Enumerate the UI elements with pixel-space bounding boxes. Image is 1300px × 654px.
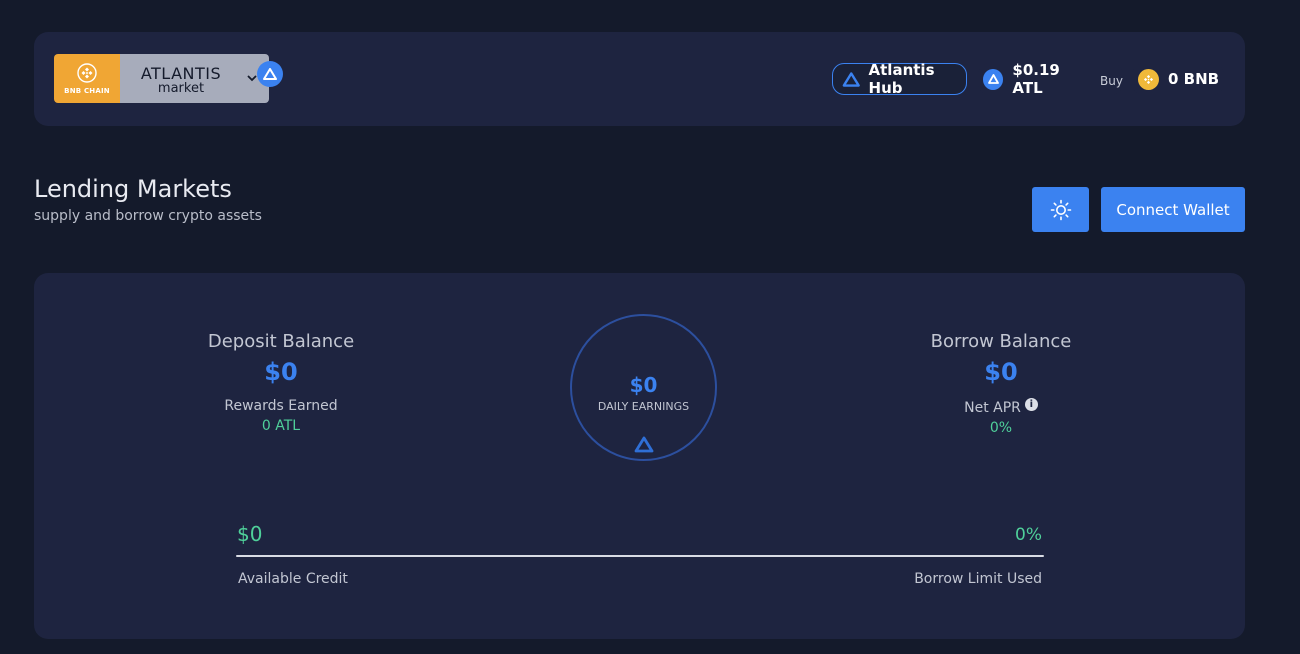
deposit-balance-title: Deposit Balance bbox=[207, 331, 355, 352]
bnb-logo-icon bbox=[77, 62, 97, 83]
summary-panel: Deposit Balance $0 Rewards Earned 0 ATL … bbox=[34, 273, 1245, 639]
brand-title: ATLANTIS bbox=[140, 64, 222, 83]
atl-price-value: $0.19 ATL bbox=[1012, 61, 1060, 97]
net-apr-label: Net APR bbox=[964, 400, 1021, 416]
bnb-chain-badge: BNB CHAIN bbox=[54, 54, 120, 103]
rewards-earned-value: 0 ATL bbox=[261, 418, 301, 434]
deposit-balance-value: $0 bbox=[264, 358, 298, 386]
market-name: ATLANTIS market bbox=[120, 54, 269, 103]
rewards-earned-label: Rewards Earned bbox=[224, 398, 338, 414]
available-credit-label: Available Credit bbox=[238, 571, 348, 587]
top-header: BNB CHAIN ATLANTIS market Atlantis Hub $… bbox=[34, 32, 1245, 126]
sun-icon bbox=[1050, 199, 1071, 220]
borrow-balance-value: $0 bbox=[984, 358, 1018, 386]
atlantis-logo-icon bbox=[842, 71, 860, 87]
net-apr-row: Net APR i bbox=[920, 398, 1082, 416]
page-title: Lending Markets bbox=[34, 175, 232, 203]
connect-wallet-button[interactable]: Connect Wallet bbox=[1101, 187, 1245, 232]
atlantis-hub-button[interactable]: Atlantis Hub bbox=[832, 61, 967, 97]
bnb-token-icon bbox=[1138, 68, 1159, 90]
borrow-limit-value: 0% bbox=[1015, 525, 1042, 545]
atl-token-icon bbox=[983, 68, 1004, 90]
market-selector[interactable]: BNB CHAIN ATLANTIS market bbox=[54, 54, 283, 103]
chain-label: BNB CHAIN bbox=[64, 86, 110, 95]
daily-earnings-circle: $0 DAILY EARNINGS bbox=[570, 314, 717, 461]
buy-link[interactable]: Buy bbox=[1100, 74, 1123, 88]
daily-earnings-label: DAILY EARNINGS bbox=[597, 400, 690, 413]
atlantis-logo-icon bbox=[257, 61, 283, 87]
atl-price: $0.19 ATL Buy bbox=[978, 61, 1123, 97]
daily-earnings-value: $0 bbox=[629, 373, 658, 397]
borrow-summary: Borrow Balance $0 Net APR i 0% bbox=[920, 331, 1082, 436]
borrow-limit-label: Borrow Limit Used bbox=[914, 571, 1042, 587]
borrow-balance-title: Borrow Balance bbox=[930, 331, 1072, 352]
brand-subtitle: market bbox=[157, 81, 205, 96]
info-icon[interactable]: i bbox=[1024, 398, 1038, 411]
borrow-limit-bar bbox=[236, 555, 1044, 557]
bnb-balance: 0 BNB bbox=[1132, 63, 1224, 95]
available-credit-value: $0 bbox=[237, 522, 263, 546]
bnb-balance-value: 0 BNB bbox=[1168, 70, 1220, 88]
atlantis-logo-icon bbox=[634, 436, 654, 453]
page-subtitle: supply and borrow crypto assets bbox=[34, 208, 262, 224]
hub-label: Atlantis Hub bbox=[868, 61, 935, 97]
theme-toggle-button[interactable] bbox=[1032, 187, 1089, 232]
net-apr-value: 0% bbox=[989, 420, 1013, 436]
deposit-summary: Deposit Balance $0 Rewards Earned 0 ATL bbox=[200, 331, 362, 434]
